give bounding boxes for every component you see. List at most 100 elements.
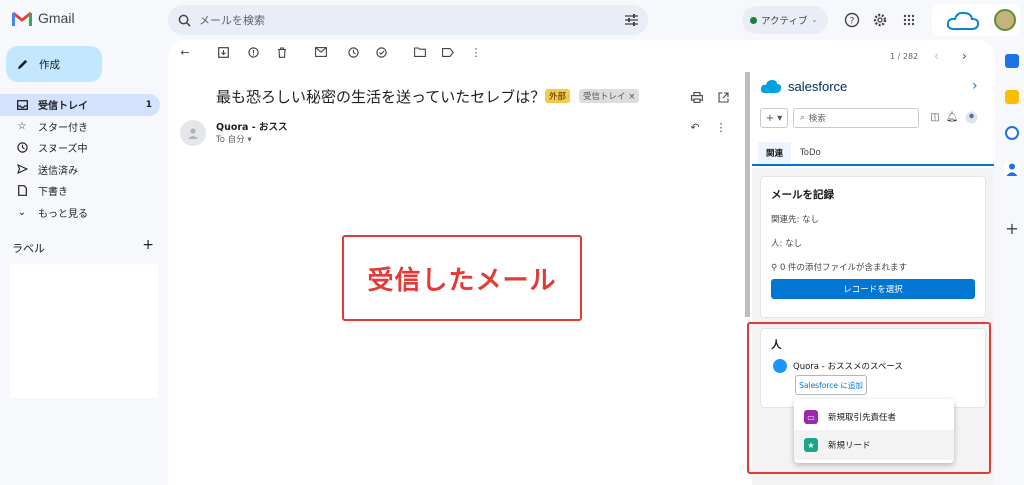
account-box[interactable] [932,4,1020,36]
unread-count: 1 [145,99,152,110]
add-to-salesforce-annotation [747,322,991,474]
received-mail-annotation: 受信したメール [342,235,582,321]
apps-grid-icon[interactable] [899,10,919,30]
sidebar-item-more[interactable]: ⌄ もっと見る [0,202,162,224]
next-page-icon[interactable]: › [962,49,967,63]
search-bar[interactable]: メールを検索 [168,5,648,35]
more-vert-icon[interactable]: ⋮ [714,120,728,134]
pencil-icon [17,59,28,69]
salesforce-cloud-icon [760,80,782,93]
log-email-card: メールを記録 関連先: なし 人: なし ⚲ 0 件の添付ファイルが含まれます … [760,176,986,318]
add-task-icon[interactable] [374,45,388,59]
calendar-icon[interactable] [1005,54,1019,68]
sender-name[interactable]: Quora - おスス [216,119,288,133]
inbox-icon [16,99,28,111]
svg-text:?: ? [850,17,855,27]
panel-layout-icon[interactable]: ◫ [928,110,942,124]
reply-icon[interactable]: ↶ [688,120,702,134]
chevron-down-icon: ⌄ [811,16,818,24]
add-label-icon[interactable]: + [142,238,154,256]
labels-header: ラベル + [12,238,154,256]
tab-related[interactable]: 関連 [758,142,792,166]
search-icon[interactable] [178,14,191,27]
card-title: メールを記録 [771,189,834,201]
star-icon: ☆ [17,120,27,132]
send-icon [16,163,28,175]
gmail-m-icon [12,11,32,26]
people-field: 人: なし [771,239,803,249]
prev-page-icon[interactable]: ‹ [934,49,939,63]
top-bar: Gmail メールを検索 アクティブ ⌄ ? [0,0,1024,40]
recipient-line[interactable]: To 自分 ▾ [216,133,252,145]
status-selector[interactable]: アクティブ ⌄ [742,6,828,34]
new-record-button[interactable]: + ▾ [760,108,788,128]
user-avatar-icon[interactable] [964,110,978,124]
salesforce-brand: salesforce [788,78,848,94]
salesforce-tabs: 関連 ToDo [752,142,994,166]
clock-icon [16,142,28,154]
sidebar-item-label: スター付き [38,122,88,134]
search-icon: ⌕ [800,113,805,123]
sidebar-item-label: 下書き [38,187,68,199]
archive-icon[interactable] [216,45,230,59]
attachments-text: 0 件の添付ファイルが含まれます [779,263,908,273]
sidebar-nav: 受信トレイ 1 ☆ スター付き スヌーズ中 送信済み 下書き ⌄ もっと見る [0,94,162,223]
sidebar-item-starred[interactable]: ☆ スター付き [0,116,162,138]
add-addon-icon[interactable]: + [1003,219,1021,239]
panel-scrollbar[interactable] [745,72,750,317]
mail-subject: 最も恐ろしい秘密の生活を送っていたセレブは？ [216,88,546,106]
sidebar-item-snoozed[interactable]: スヌーズ中 [0,137,162,159]
gmail-logo[interactable]: Gmail [12,10,75,26]
back-arrow-icon[interactable]: ← [178,45,192,59]
tab-todo[interactable]: ToDo [800,148,821,158]
move-to-icon[interactable] [413,45,427,59]
salesforce-search-placeholder: 検索 [808,114,826,124]
pager-count: 1 / 282 [890,52,919,61]
external-badge: 外部 [545,89,571,103]
tasks-icon[interactable] [1005,126,1019,140]
snooze-icon[interactable] [346,45,360,59]
salesforce-header: salesforce [760,78,847,94]
print-icon[interactable] [690,90,704,104]
sidebar-item-label: 送信済み [38,165,78,177]
sidebar-item-sent[interactable]: 送信済み [0,159,162,181]
sidebar-item-label: スヌーズ中 [38,144,88,156]
sidebar-item-inbox[interactable]: 受信トレイ 1 [0,94,160,116]
compose-label: 作成 [39,58,60,71]
bell-icon[interactable]: 🔔︎ [945,110,959,124]
more-vert-icon[interactable]: ⋮ [469,45,483,59]
select-record-button[interactable]: レコードを選択 [771,279,975,299]
gear-icon[interactable] [870,10,890,30]
person-icon [188,128,198,139]
avatar[interactable] [994,9,1016,31]
status-dot-icon [750,16,757,24]
sidebar-item-label: 受信トレイ [38,101,88,113]
sidebar-item-drafts[interactable]: 下書き [0,180,162,202]
filter-options-icon[interactable] [625,14,638,26]
compose-button[interactable]: 作成 [6,46,102,82]
trash-icon[interactable] [275,45,289,59]
label-icon[interactable] [441,45,455,59]
inbox-label-chip[interactable]: 受信トレイ × [579,89,640,103]
sender-avatar [180,120,206,146]
paperclip-icon: ⚲ [771,263,778,273]
draft-icon [16,185,28,197]
keep-icon[interactable] [1005,90,1019,104]
sidebar-item-label: もっと見る [38,208,88,220]
attachments-line: ⚲ 0 件の添付ファイルが含まれます [771,261,907,273]
report-spam-icon[interactable] [246,45,260,59]
status-label: アクティブ [761,16,808,27]
chevron-down-icon: ⌄ [17,206,27,218]
open-new-window-icon[interactable] [716,90,730,104]
contacts-icon[interactable] [1005,162,1019,176]
salesforce-search-input[interactable]: ⌕ 検索 [793,108,919,128]
labels-panel [10,264,158,398]
related-to-field: 関連先: なし [771,215,820,225]
search-input[interactable]: メールを検索 [199,12,625,28]
app-name: Gmail [38,10,75,26]
mark-unread-icon[interactable] [314,45,328,59]
cloud-icon [946,11,980,30]
help-icon[interactable]: ? [842,10,862,30]
annotation-label: 受信したメール [367,265,557,296]
collapse-panel-icon[interactable]: › [972,78,978,94]
